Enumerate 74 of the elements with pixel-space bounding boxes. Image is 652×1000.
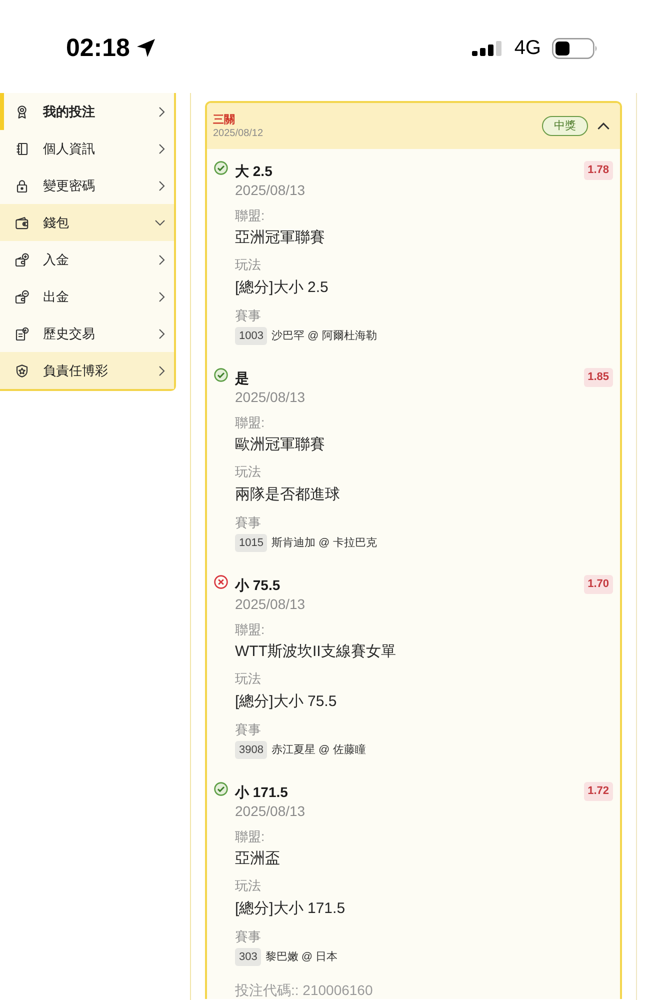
selection-title: 小 75.5 <box>235 576 282 595</box>
chevron-right-icon[interactable] <box>158 254 166 266</box>
chevron-right-icon[interactable] <box>158 142 166 154</box>
chevron-right-icon[interactable] <box>158 328 166 340</box>
location-arrow-icon <box>136 38 156 58</box>
match-teams: 斯肯迪加 @ 卡拉巴克 <box>271 536 377 550</box>
field-label: 玩法 <box>235 877 262 895</box>
event-code-tag: 303 <box>235 948 262 966</box>
network-label: 4G <box>514 36 541 60</box>
league-name: 亞洲盃 <box>235 849 281 869</box>
chevron-right-icon[interactable] <box>158 290 166 302</box>
wallet-minus-icon <box>15 290 29 304</box>
match-teams: 赤江夏星 @ 佐藤瞳 <box>271 743 366 757</box>
wallet-plus-icon <box>15 252 29 266</box>
odds-badge: 1.70 <box>584 575 613 594</box>
status-badge: 中獎 <box>542 116 588 136</box>
chevron-right-icon[interactable] <box>158 106 166 118</box>
market-name: 兩隊是否都進球 <box>235 485 341 505</box>
match-teams: 沙巴罕 @ 阿爾杜海勒 <box>271 329 377 343</box>
sidebar-item[interactable]: 負責任博彩 <box>0 352 174 389</box>
league-name: 歐洲冠軍聯賽 <box>235 435 326 455</box>
sidebar-item[interactable]: 入金 <box>0 241 174 278</box>
field-label: 玩法 <box>235 463 262 481</box>
sidebar-item[interactable]: 個人資訊 <box>0 130 174 167</box>
sidebar-item[interactable]: 出金 <box>0 278 174 315</box>
odds-badge: 1.85 <box>584 368 613 387</box>
field-label: 聯盟: <box>235 828 266 846</box>
chevron-right-icon[interactable] <box>158 180 166 192</box>
sidebar-item[interactable]: 錢包 <box>0 204 174 241</box>
field-label: 玩法 <box>235 670 262 688</box>
bet-date: 2025/08/12 <box>213 126 264 140</box>
selection-title: 是 <box>235 369 250 388</box>
chevron-down-icon[interactable] <box>154 218 166 226</box>
bet-type-title: 三關 <box>213 112 235 126</box>
field-label: 聯盟: <box>235 414 266 432</box>
selection-title: 小 171.5 <box>235 783 289 802</box>
sidebar-item[interactable]: 歷史交易 <box>0 315 174 352</box>
lock-icon <box>15 178 29 192</box>
match-teams: 黎巴嫩 @ 日本 <box>265 950 338 964</box>
match-date: 2025/08/13 <box>235 595 306 613</box>
match-date: 2025/08/13 <box>235 388 306 406</box>
league-name: 亞洲冠軍聯賽 <box>235 228 326 248</box>
field-label: 聯盟: <box>235 621 266 639</box>
field-label: 賽事 <box>235 721 262 739</box>
market-name: [總分]大小 75.5 <box>235 692 338 712</box>
selection-title: 大 2.5 <box>235 162 274 181</box>
odds-badge: 1.78 <box>584 161 613 180</box>
league-name: WTT斯波坎II支線賽女單 <box>235 642 397 662</box>
field-label: 玩法 <box>235 256 262 274</box>
sidebar-item[interactable]: 我的投注 <box>0 93 174 130</box>
shield-star-icon <box>15 364 29 378</box>
event-code-tag: 3908 <box>235 741 268 759</box>
wallet-icon <box>15 216 29 230</box>
battery-icon <box>552 38 598 58</box>
chevron-up-icon[interactable] <box>597 122 610 130</box>
event-code-tag: 1003 <box>235 327 268 345</box>
sidebar-item[interactable]: 變更密碼 <box>0 167 174 204</box>
event-code-tag: 1015 <box>235 534 268 552</box>
match-date: 2025/08/13 <box>235 181 306 199</box>
field-label: 賽事 <box>235 514 262 532</box>
field-label: 聯盟: <box>235 207 266 225</box>
clock-time: 02:18 <box>66 33 130 63</box>
market-name: [總分]大小 2.5 <box>235 278 330 298</box>
field-label: 賽事 <box>235 928 262 946</box>
match-date: 2025/08/13 <box>235 802 306 820</box>
notebook-icon <box>15 142 29 156</box>
market-name: [總分]大小 171.5 <box>235 899 346 919</box>
bet-code-text: 投注代碼:: 210006160 <box>235 981 373 999</box>
chevron-right-icon[interactable] <box>158 364 166 376</box>
field-label: 賽事 <box>235 307 262 325</box>
medal-icon <box>15 104 29 118</box>
odds-badge: 1.72 <box>584 782 613 801</box>
document-clock-icon <box>15 326 29 340</box>
signal-icon <box>472 40 504 56</box>
